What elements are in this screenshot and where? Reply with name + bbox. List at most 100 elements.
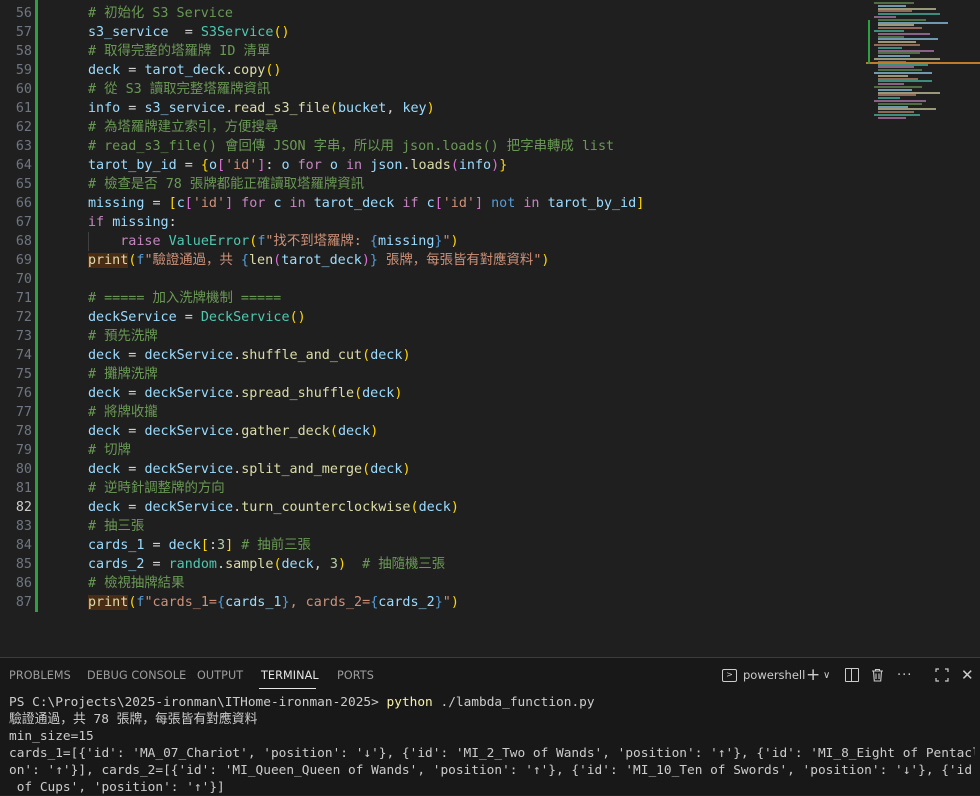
split-terminal-icon[interactable]	[845, 666, 859, 684]
code-token: "cards_1=	[144, 595, 217, 610]
code-token: tarot_by_id	[88, 158, 177, 173]
code-line[interactable]: 58 # 取得完整的塔羅牌 ID 清單	[0, 42, 860, 61]
minimap-line	[878, 49, 934, 52]
code-token: :	[265, 158, 282, 173]
add-icon[interactable]: +	[806, 665, 820, 685]
code-line[interactable]: 61 info = s3_service.read_s3_file(bucket,…	[0, 99, 860, 118]
code-token: sample	[225, 557, 274, 572]
tab-output[interactable]: OUTPUT	[197, 669, 243, 682]
code-token: deck	[281, 557, 314, 572]
code-line[interactable]: 64 tarot_by_id = {o['id']: o for o in jso…	[0, 156, 860, 175]
terminal-prompt: PS C:\Projects\2025-ironman\ITHome-ironm…	[9, 695, 379, 710]
code-line[interactable]: 74 deck = deckService.shuffle_and_cut(dec…	[0, 346, 860, 365]
code-line[interactable]: 65 # 檢查是否 78 張牌都能正確讀取塔羅牌資訊	[0, 175, 860, 194]
code-line[interactable]: 81 # 逆時針調整牌的方向	[0, 479, 860, 498]
code-text: if missing:	[88, 213, 177, 232]
code-line[interactable]: 67 if missing:	[0, 213, 860, 232]
code-token: "驗證通過，共	[144, 253, 241, 268]
code-text: # 檢查是否 78 張牌都能正確讀取塔羅牌資訊	[88, 175, 364, 194]
code-token: DeckService	[200, 310, 290, 325]
code-line[interactable]: 72 deckService = DeckService()	[0, 308, 860, 327]
code-line[interactable]: 84 cards_1 = deck[:3] # 抽前三張	[0, 536, 860, 555]
code-text: deck = deckService.shuffle_and_cut(deck)	[88, 346, 411, 365]
tab-terminal[interactable]: TERMINAL	[261, 669, 319, 682]
code-token: .	[233, 348, 242, 363]
code-line[interactable]: 78 deck = deckService.gather_deck(deck)	[0, 422, 860, 441]
code-line[interactable]: 83 # 抽三張	[0, 517, 860, 536]
minimap-line	[878, 18, 926, 21]
code-line[interactable]: 59 deck = tarot_deck.copy()	[0, 61, 860, 80]
code-token: # 檢視抽牌結果	[88, 576, 185, 591]
code-token: # 抽三張	[88, 519, 145, 534]
code-token: not	[483, 196, 524, 211]
code-text: cards_2 = random.sample(deck, 3) # 抽隨機三張	[88, 555, 445, 574]
terminal-output[interactable]: PS C:\Projects\2025-ironman\ITHome-ironm…	[9, 694, 975, 796]
code-line[interactable]: 69 print(f"驗證通過，共 {len(tarot_deck)} 張牌，每張…	[0, 251, 860, 270]
tab-debug-console[interactable]: DEBUG CONSOLE	[87, 669, 186, 682]
code-token: loads	[410, 158, 451, 173]
code-token: (	[329, 101, 338, 116]
line-number: 76	[15, 386, 32, 401]
code-line[interactable]: 73 # 預先洗牌	[0, 327, 860, 346]
terminal-profile[interactable]: > powershell	[722, 666, 805, 684]
code-line[interactable]: 85 cards_2 = random.sample(deck, 3) # 抽隨機…	[0, 555, 860, 574]
minimap-line	[874, 16, 896, 18]
line-number: 69	[15, 253, 32, 268]
code-token: # 逆時針調整牌的方向	[88, 481, 225, 496]
code-token: S3Service	[200, 25, 274, 40]
code-text: # 將牌收攏	[88, 403, 158, 422]
minimap-line	[878, 55, 910, 58]
code-line[interactable]: 62 # 為塔羅牌建立索引，方便搜尋	[0, 118, 860, 137]
code-token: tarot_by_id	[547, 196, 637, 211]
minimap-line	[878, 27, 922, 30]
minimap[interactable]	[866, 0, 980, 120]
code-token: .	[225, 101, 234, 116]
tab-ports[interactable]: PORTS	[337, 669, 374, 682]
code-line[interactable]: 75 # 攤牌洗牌	[0, 365, 860, 384]
terminal-prompt-line: PS C:\Projects\2025-ironman\ITHome-ironm…	[9, 694, 975, 711]
code-editor[interactable]: 56 # 初始化 S3 Service 57 s3_service = S3Servi…	[0, 0, 980, 657]
code-line[interactable]: 68 raise ValueError(f"找不到塔羅牌: {missing}"…	[0, 232, 860, 251]
code-line[interactable]: 77 # 將牌收攏	[0, 403, 860, 422]
code-token: # read_s3_file() 會回傳 JSON 字串，所以用 json.lo…	[88, 139, 615, 154]
maximize-icon[interactable]	[935, 666, 949, 684]
code-line[interactable]: 63 # read_s3_file() 會回傳 JSON 字串，所以用 json.…	[0, 137, 860, 156]
code-token: )	[402, 348, 411, 363]
code-line[interactable]: 79 # 切牌	[0, 441, 860, 460]
chevron-down-icon[interactable]: ∨	[823, 666, 830, 684]
code-text: deck = deckService.split_and_merge(deck)	[88, 460, 411, 479]
code-line[interactable]: 80 deck = deckService.split_and_merge(dec…	[0, 460, 860, 479]
code-line[interactable]: 56 # 初始化 S3 Service	[0, 4, 860, 23]
code-line[interactable]: 66 missing = [c['id'] for c in tarot_deck…	[0, 194, 860, 213]
code-token: # 檢查是否 78 張牌都能正確讀取塔羅牌資訊	[88, 177, 365, 192]
code-token: ()	[265, 63, 282, 78]
terminal-command-args: ./lambda_function.py	[440, 695, 595, 710]
code-line[interactable]: 60 # 從 S3 讀取完整塔羅牌資訊	[0, 80, 860, 99]
code-token: =	[120, 462, 145, 477]
code-line[interactable]: 70	[0, 270, 860, 289]
code-token: (	[410, 500, 419, 515]
minimap-line	[874, 114, 920, 116]
close-icon[interactable]: ✕	[961, 666, 974, 684]
tab-problems[interactable]: PROBLEMS	[9, 669, 71, 682]
code-token: =	[120, 348, 145, 363]
code-line[interactable]: 57 s3_service = S3Service()	[0, 23, 860, 42]
minimap-line	[878, 10, 912, 13]
code-line[interactable]: 71 # ===== 加入洗牌機制 =====	[0, 289, 860, 308]
code-token: "	[442, 595, 451, 610]
minimap-line	[878, 52, 920, 55]
code-line[interactable]: 87 print(f"cards_1={cards_1}, cards_2={ca…	[0, 593, 860, 612]
minimap-change-marker	[868, 20, 870, 64]
minimap-line	[878, 69, 922, 72]
code-token: =	[176, 158, 201, 173]
code-line[interactable]: 82 deck = deckService.turn_counterclockwi…	[0, 498, 860, 517]
code-line[interactable]: 86 # 檢視抽牌結果	[0, 574, 860, 593]
code-text: deck = deckService.turn_counterclockwise…	[88, 498, 459, 517]
minimap-line	[878, 13, 940, 16]
more-icon[interactable]: ···	[897, 666, 912, 684]
code-token: # 初始化 S3 Service	[88, 6, 233, 21]
trash-icon[interactable]	[871, 666, 884, 684]
code-line[interactable]: 76 deck = deckService.spread_shuffle(deck…	[0, 384, 860, 403]
